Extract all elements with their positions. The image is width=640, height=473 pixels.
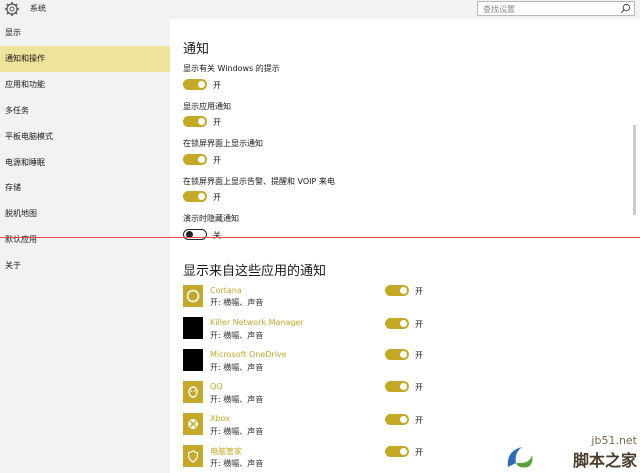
app-detail: 开: 横幅、声音 [210,395,264,404]
toggle-state: 开 [415,416,423,425]
toggle-knob [400,287,407,294]
sidebar-item-apps[interactable]: 应用和功能 [0,72,170,98]
toggle-state: 开 [415,320,423,329]
setting-label: 在锁屏界面上显示告警、提醒和 VOIP 来电 [183,177,335,186]
app-name: 电脑管家 [210,447,242,456]
app-name: Cortana [210,286,242,295]
app-detail: 开: 横幅、声音 [210,427,264,436]
toggle-state: 开 [415,287,423,296]
app-name: Xbox [210,414,230,423]
app-name: Killer Network Manager [210,318,304,327]
killer-network-icon [183,317,203,339]
setting-label: 显示应用通知 [183,102,231,111]
sidebar-item-notifications[interactable]: 通知和操作 [0,46,170,72]
app-detail: 开: 横幅、声音 [210,331,264,340]
xbox-icon [183,413,203,435]
watermark-brand: 脚本之家 [572,451,637,470]
watermark-url: jb51.net [591,434,637,447]
sidebar-item-offline-maps[interactable]: 脱机地图 [0,201,170,227]
setting-label: 在锁屏界面上显示通知 [183,139,263,148]
sidebar-item-default-apps[interactable]: 默认应用 [0,227,170,253]
sidebar-item-tablet-mode[interactable]: 平板电脑模式 [0,124,170,150]
lockscreen-notifications-toggle[interactable] [183,154,207,165]
toggle-state: 开 [213,81,221,90]
search-icon[interactable] [620,3,631,14]
app-name: QQ [210,382,223,391]
gear-icon [5,2,19,16]
lockscreen-alarms-toggle[interactable] [183,191,207,202]
search-placeholder: 查找设置 [483,5,515,14]
toggle-knob [198,156,205,163]
killer-network-toggle[interactable] [385,318,409,329]
pc-manager-icon [183,445,203,467]
toggle-state: 开 [415,448,423,457]
toggle-state: 开 [213,193,221,202]
toggle-knob [400,448,407,455]
sidebar-item-storage[interactable]: 存储 [0,175,170,201]
toggle-state: 开 [415,351,423,360]
windows-tips-toggle[interactable] [183,79,207,90]
app-notifications-toggle[interactable] [183,116,207,127]
toggle-knob [400,383,407,390]
setting-label: 演示时隐藏通知 [183,214,239,223]
cortana-toggle[interactable] [385,285,409,296]
app-name: Microsoft OneDrive [210,350,287,359]
onedrive-toggle[interactable] [385,349,409,360]
toggle-state: 关 [213,231,221,240]
app-detail: 开: 横幅、声音 [210,459,264,468]
search-input[interactable]: 查找设置 [477,1,635,16]
toggle-knob [198,193,205,200]
toggle-knob [400,416,407,423]
toggle-state: 开 [213,118,221,127]
toggle-state: 开 [415,383,423,392]
toggle-knob [400,351,407,358]
toggle-state: 开 [213,156,221,165]
watermark-logo-icon [507,447,533,468]
app-detail: 开: 横幅、声音 [210,363,264,372]
scrollbar[interactable] [633,125,636,215]
sidebar-item-about[interactable]: 关于 [0,253,170,279]
qq-icon [183,381,203,403]
xbox-toggle[interactable] [385,414,409,425]
watermark: jb51.net 脚本之家 [573,434,637,471]
apps-section-title: 显示来自这些应用的通知 [183,264,327,279]
toggle-knob [400,320,407,327]
presentation-hide-toggle[interactable] [183,229,207,240]
cortana-icon [183,285,203,307]
onedrive-icon [183,349,203,371]
marker-line [0,237,640,238]
window-title: 系统 [30,4,46,13]
app-detail: 开: 横幅、声音 [210,298,264,307]
sidebar-item-multitasking[interactable]: 多任务 [0,98,170,124]
sidebar-item-display[interactable]: 显示 [0,20,170,46]
pc-manager-toggle[interactable] [385,446,409,457]
setting-label: 显示有关 Windows 的提示 [183,64,280,73]
sidebar-item-power[interactable]: 电源和睡眠 [0,150,170,176]
toggle-knob [198,118,205,125]
toggle-knob [198,81,205,88]
notifications-title: 通知 [183,42,210,57]
title-bar: 系统 查找设置 [0,0,640,19]
qq-toggle[interactable] [385,381,409,392]
